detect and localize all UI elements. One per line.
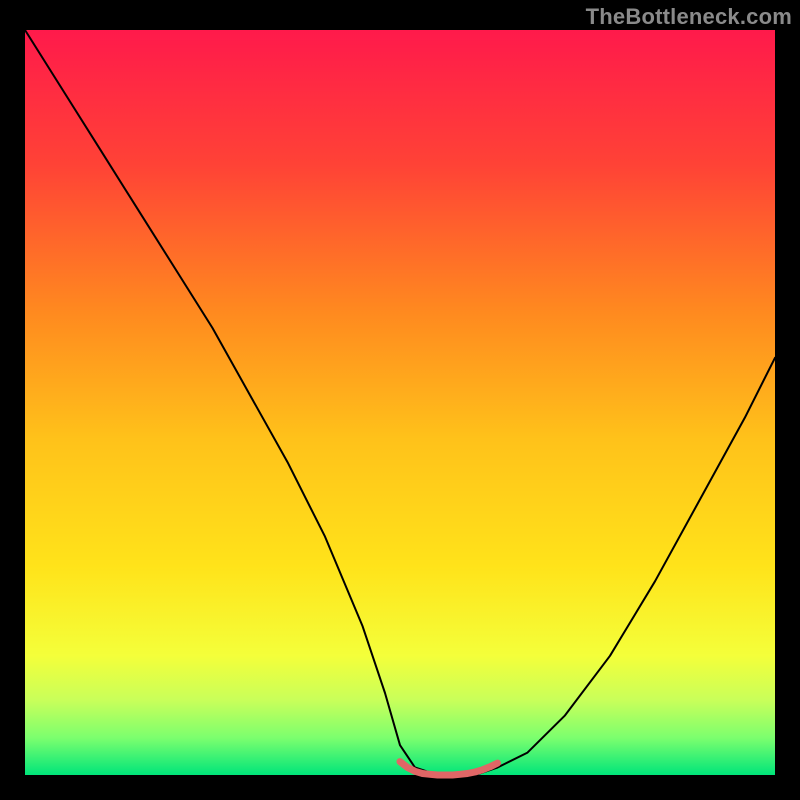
plot-background bbox=[25, 30, 775, 775]
watermark-text: TheBottleneck.com bbox=[586, 4, 792, 30]
chart-frame: { "watermark": "TheBottleneck.com", "cha… bbox=[0, 0, 800, 800]
chart-svg bbox=[0, 0, 800, 800]
